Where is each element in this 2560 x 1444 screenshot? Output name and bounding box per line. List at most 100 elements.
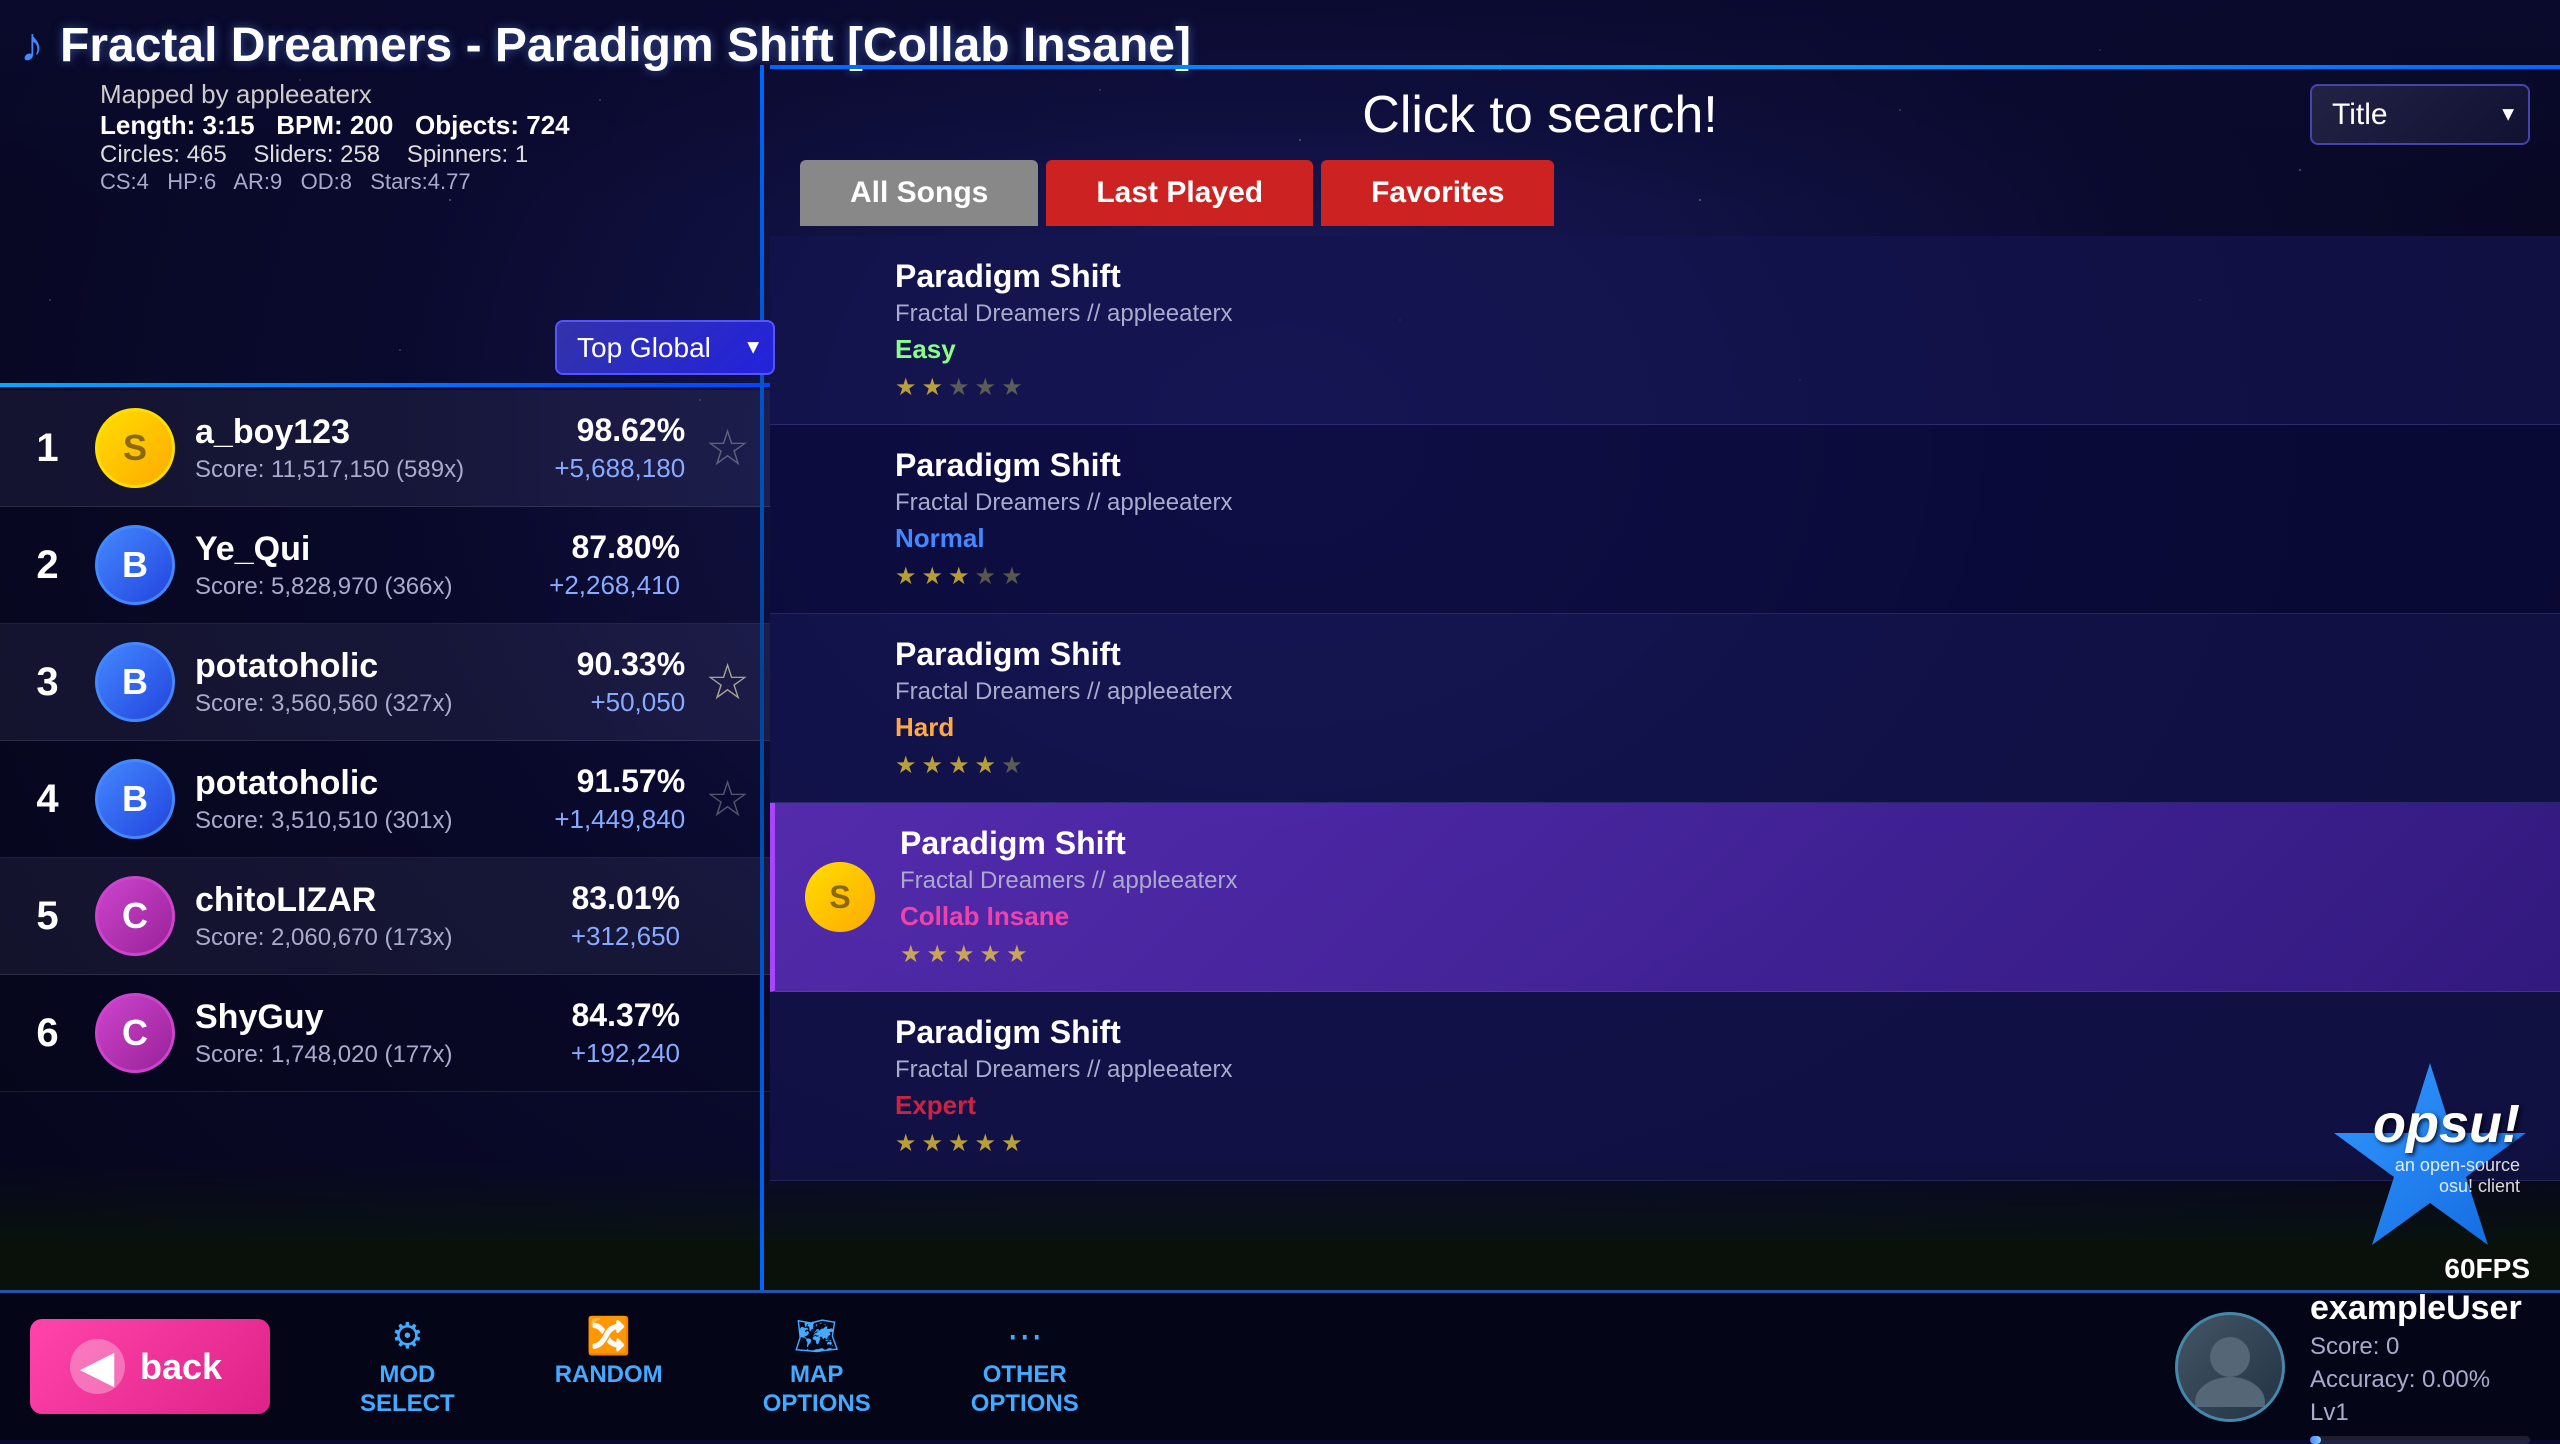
leaderboard-dropdown[interactable]: Top Global xyxy=(555,320,775,375)
diff-mapper: Fractal Dreamers // appleeaterx xyxy=(900,867,2530,895)
difficulty-entry[interactable]: Paradigm Shift Fractal Dreamers // apple… xyxy=(770,992,2560,1181)
diff-star-icon: ★ xyxy=(895,1129,917,1158)
lb-accuracy-block: 98.62% +5,688,180 xyxy=(485,412,685,484)
lb-username: potatoholic xyxy=(195,764,485,803)
diff-star-icon: ★ xyxy=(922,1129,944,1158)
song-panel: Click to search! Title ▼ All Songs Last … xyxy=(770,65,2560,1290)
bottom-bar: ◀ back ⚙ MODSELECT 🔀 RANDOM 🗺 MAPOPTIONS… xyxy=(0,1290,2560,1440)
diff-info: Paradigm Shift Fractal Dreamers // apple… xyxy=(895,447,2530,591)
lb-acc-pct: 83.01% xyxy=(480,880,680,917)
diff-star-icon: ★ xyxy=(922,562,944,591)
music-icon: ♪ xyxy=(20,18,44,73)
lb-acc-pct: 91.57% xyxy=(485,763,685,800)
difficulty-entry[interactable]: Paradigm Shift Fractal Dreamers // apple… xyxy=(770,614,2560,803)
diff-title: Paradigm Shift xyxy=(895,1014,2530,1051)
tab-all-songs[interactable]: All Songs xyxy=(800,160,1038,226)
lb-username: chitoLIZAR xyxy=(195,881,480,920)
title-dropdown[interactable]: Title xyxy=(2310,84,2530,145)
other-options-button[interactable]: ⋯ OTHEROPTIONS xyxy=(951,1305,1099,1429)
lb-info: a_boy123 Score: 11,517,150 (589x) xyxy=(195,413,485,484)
random-button[interactable]: 🔀 RANDOM xyxy=(535,1305,683,1429)
diff-star-icon: ★ xyxy=(895,751,917,780)
title-dropdown-wrapper[interactable]: Title ▼ xyxy=(2310,84,2530,145)
user-progress-bar xyxy=(2310,1436,2530,1444)
diff-info: Paradigm Shift Fractal Dreamers // apple… xyxy=(895,1014,2530,1158)
search-bar-area: Click to search! Title ▼ xyxy=(770,69,2560,160)
lb-pp: +192,240 xyxy=(480,1038,680,1069)
diff-star-icon: ★ xyxy=(975,373,997,402)
map-options-button[interactable]: 🗺 MAPOPTIONS xyxy=(743,1305,891,1429)
mod-select-button[interactable]: ⚙ MODSELECT xyxy=(340,1305,475,1429)
leaderboard-entry[interactable]: 5 C chitoLIZAR Score: 2,060,670 (173x) 8… xyxy=(0,858,770,975)
lb-score-detail: Score: 5,828,970 (366x) xyxy=(195,573,480,601)
diff-star-icon: ★ xyxy=(975,562,997,591)
bottom-buttons-group: ⚙ MODSELECT 🔀 RANDOM 🗺 MAPOPTIONS ⋯ OTHE… xyxy=(340,1305,1099,1429)
leaderboard-entry[interactable]: 4 B potatoholic Score: 3,510,510 (301x) … xyxy=(0,741,770,858)
diff-title: Paradigm Shift xyxy=(895,447,2530,484)
diff-info: Paradigm Shift Fractal Dreamers // apple… xyxy=(900,825,2530,969)
lb-score-detail: Score: 11,517,150 (589x) xyxy=(195,456,485,484)
back-button[interactable]: ◀ back xyxy=(30,1319,270,1414)
lb-rank: 5 xyxy=(20,894,75,939)
lb-info: ShyGuy Score: 1,748,020 (177x) xyxy=(195,998,480,1069)
lb-score-detail: Score: 3,510,510 (301x) xyxy=(195,807,485,835)
leaderboard-entry[interactable]: 1 S a_boy123 Score: 11,517,150 (589x) 98… xyxy=(0,390,770,507)
user-avatar-area: exampleUser Score: 0 Accuracy: 0.00% Lv1 xyxy=(2175,1289,2530,1444)
tab-favorites[interactable]: Favorites xyxy=(1321,160,1554,226)
lb-grade: B xyxy=(95,759,175,839)
diff-name: Hard xyxy=(895,712,2530,743)
lb-info: chitoLIZAR Score: 2,060,670 (173x) xyxy=(195,881,480,952)
diff-info: Paradigm Shift Fractal Dreamers // apple… xyxy=(895,258,2530,402)
diff-mapper: Fractal Dreamers // appleeaterx xyxy=(895,678,2530,706)
diff-star-icon: ★ xyxy=(922,751,944,780)
diff-star-icon: ★ xyxy=(948,373,970,402)
diff-title: Paradigm Shift xyxy=(900,825,2530,862)
user-avatar[interactable] xyxy=(2175,1312,2285,1422)
search-click-text[interactable]: Click to search! xyxy=(800,85,2280,145)
lb-username: ShyGuy xyxy=(195,998,480,1037)
diff-star-icon: ★ xyxy=(922,373,944,402)
diff-name: Collab Insane xyxy=(900,901,2530,932)
back-arrow-icon: ◀ xyxy=(70,1339,125,1394)
lb-username: potatoholic xyxy=(195,647,485,686)
mod-select-icon: ⚙ xyxy=(391,1315,423,1357)
diff-star-icon: ★ xyxy=(953,940,975,969)
difficulty-entry[interactable]: Paradigm Shift Fractal Dreamers // apple… xyxy=(770,236,2560,425)
map-options-label: MAPOPTIONS xyxy=(763,1361,871,1419)
leaderboard-entry[interactable]: 3 B potatoholic Score: 3,560,560 (327x) … xyxy=(0,624,770,741)
opsu-logo-area: opsu! an open-source osu! client 60FPS xyxy=(2310,1063,2530,1285)
diff-name: Expert xyxy=(895,1090,2530,1121)
lb-grade: B xyxy=(95,525,175,605)
difficulty-entry[interactable]: S Paradigm Shift Fractal Dreamers // app… xyxy=(770,803,2560,992)
leaderboard-panel: Top Global ▼ 1 S a_boy123 Score: 11,517,… xyxy=(0,135,770,1290)
random-icon: 🔀 xyxy=(586,1315,631,1357)
diff-star-icon: ★ xyxy=(948,562,970,591)
lb-rank: 4 xyxy=(20,777,75,822)
difficulty-entry[interactable]: Paradigm Shift Fractal Dreamers // apple… xyxy=(770,425,2560,614)
lb-pp: +2,268,410 xyxy=(480,570,680,601)
lb-star-icon[interactable]: ☆ xyxy=(705,770,750,828)
lb-rank: 6 xyxy=(20,1011,75,1056)
lb-pp: +50,050 xyxy=(485,687,685,718)
difficulty-list: Paradigm Shift Fractal Dreamers // apple… xyxy=(770,236,2560,1290)
leaderboard-entry[interactable]: 6 C ShyGuy Score: 1,748,020 (177x) 84.37… xyxy=(0,975,770,1092)
diff-star-icon: ★ xyxy=(1006,940,1028,969)
diff-title: Paradigm Shift xyxy=(895,258,2530,295)
user-progress-fill xyxy=(2310,1436,2321,1444)
lb-rank: 3 xyxy=(20,660,75,705)
lb-star-icon[interactable]: ☆ xyxy=(705,419,750,477)
lb-acc-pct: 87.80% xyxy=(480,529,680,566)
tab-last-played[interactable]: Last Played xyxy=(1046,160,1313,226)
leaderboard-entry[interactable]: 2 B Ye_Qui Score: 5,828,970 (366x) 87.80… xyxy=(0,507,770,624)
diff-grade: S xyxy=(805,862,875,932)
other-options-label: OTHEROPTIONS xyxy=(971,1361,1079,1419)
opsu-subtitle1: an open-source xyxy=(2373,1155,2520,1176)
diff-stars: ★★★★★ xyxy=(895,1129,2530,1158)
lb-accuracy-block: 87.80% +2,268,410 xyxy=(480,529,680,601)
diff-star-icon: ★ xyxy=(1001,751,1023,780)
lb-accuracy-block: 90.33% +50,050 xyxy=(485,646,685,718)
lb-star-icon[interactable]: ☆ xyxy=(705,653,750,711)
diff-star-icon: ★ xyxy=(1001,562,1023,591)
diff-stars: ★★★★★ xyxy=(895,751,2530,780)
leaderboard-dropdown-container[interactable]: Top Global ▼ xyxy=(555,320,775,375)
